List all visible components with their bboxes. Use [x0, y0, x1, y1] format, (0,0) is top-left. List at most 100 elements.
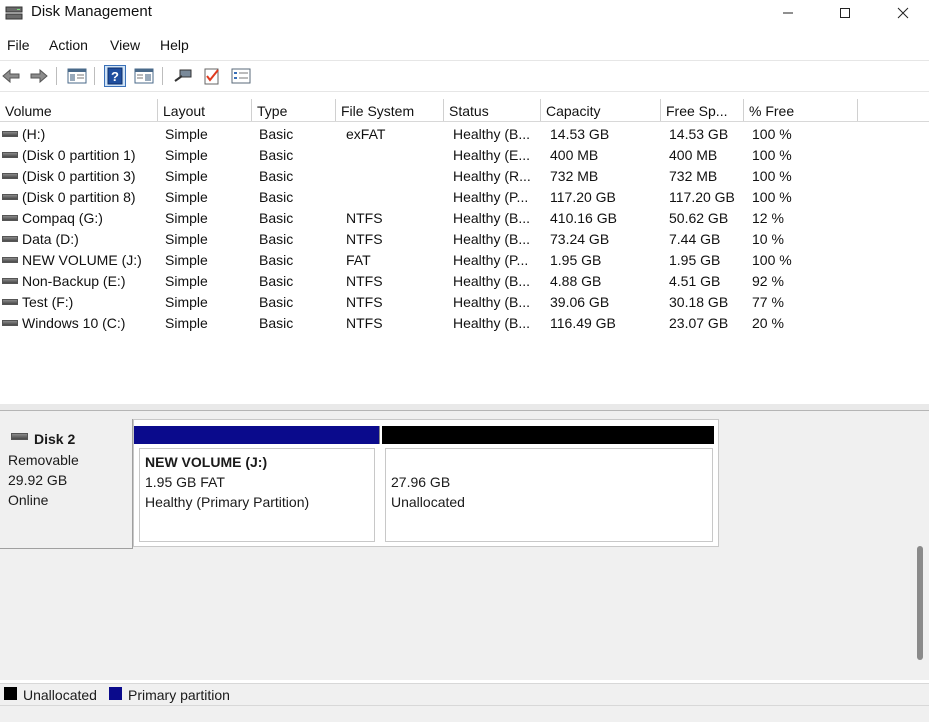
partition-unallocated[interactable]: 27.96 GB Unallocated [380, 420, 718, 546]
cell-layout: Simple [165, 315, 208, 331]
column-header-file-system[interactable]: File System [336, 99, 444, 121]
disk-size: 29.92 GB [8, 472, 68, 488]
cell-layout: Simple [165, 294, 208, 310]
legend-swatch-primary [109, 687, 122, 700]
connect-button[interactable] [172, 65, 194, 87]
menu-action[interactable]: Action [49, 37, 88, 53]
cell-percent-free: 20 % [752, 315, 784, 331]
column-header-status[interactable]: Status [444, 99, 541, 121]
help-button[interactable]: ? [104, 65, 126, 87]
column-header-capacity[interactable]: Capacity [541, 99, 661, 121]
list-view-icon [231, 68, 251, 84]
partition-title: NEW VOLUME (J:) [145, 454, 268, 470]
column-header-type[interactable]: Type [252, 99, 336, 121]
console-tree-button[interactable] [66, 65, 88, 87]
menu-file[interactable]: File [7, 37, 30, 53]
volume-row[interactable]: (Disk 0 partition 1) Simple Basic Healthy (… [0, 145, 929, 166]
volume-row[interactable]: Compaq (G:) Simple Basic NTFS Healthy (B... 4… [0, 208, 929, 229]
partition-size: 27.96 GB [391, 474, 451, 490]
volume-drive-icon [2, 236, 18, 242]
volume-row[interactable]: Test (F:) Simple Basic NTFS Healthy (B... 39.… [0, 292, 929, 313]
cell-layout: Simple [165, 147, 208, 163]
volume-row[interactable]: Data (D:) Simple Basic NTFS Healthy (B... 73.… [0, 229, 929, 250]
volume-row[interactable]: (Disk 0 partition 3) Simple Basic Healthy (… [0, 166, 929, 187]
column-header-percent-free[interactable]: % Free [744, 99, 858, 121]
cell-percent-free: 100 % [752, 147, 792, 163]
disk-graphical-view: Disk 2 Removable 29.92 GB Online NEW VOL… [0, 411, 929, 680]
vertical-scrollbar-thumb[interactable] [917, 546, 923, 660]
partition-body: NEW VOLUME (J:) 1.95 GB FAT Healthy (Pri… [139, 448, 375, 542]
maximize-button[interactable] [822, 0, 868, 26]
cell-layout: Simple [165, 231, 208, 247]
show-hide-pane-button[interactable] [133, 65, 155, 87]
cell-capacity: 732 MB [550, 168, 599, 184]
cell-percent-free: 12 % [752, 210, 784, 226]
column-header-layout[interactable]: Layout [158, 99, 252, 121]
back-arrow-icon [2, 68, 20, 84]
partition-new-volume[interactable]: NEW VOLUME (J:) 1.95 GB FAT Healthy (Pri… [134, 420, 380, 546]
cell-status: Healthy (B... [453, 273, 531, 289]
cell-file-system: NTFS [346, 231, 383, 247]
list-view-button[interactable] [230, 65, 252, 87]
volume-row[interactable]: (Disk 0 partition 8) Simple Basic Healthy (… [0, 187, 929, 208]
volume-drive-icon [2, 131, 18, 137]
close-button[interactable] [880, 0, 926, 26]
cell-type: Basic [259, 315, 294, 331]
show-hide-pane-icon [134, 68, 154, 84]
volume-drive-icon [2, 194, 18, 200]
cell-volume: (H:) [22, 126, 46, 142]
cell-capacity: 400 MB [550, 147, 599, 163]
cell-capacity: 117.20 GB [550, 189, 616, 205]
cell-percent-free: 100 % [752, 168, 792, 184]
partition-status: Unallocated [391, 494, 465, 510]
menu-help[interactable]: Help [160, 37, 189, 53]
help-icon: ? [107, 67, 123, 85]
cell-volume: (Disk 0 partition 3) [22, 168, 136, 184]
cell-capacity: 410.16 GB [550, 210, 617, 226]
cell-volume: (Disk 0 partition 1) [22, 147, 136, 163]
volume-row[interactable]: Non-Backup (E:) Simple Basic NTFS Healthy (B… [0, 271, 929, 292]
volume-drive-icon [2, 278, 18, 284]
connect-icon [174, 69, 192, 82]
minimize-icon [783, 12, 793, 14]
cell-file-system: NTFS [346, 273, 383, 289]
maximize-icon [840, 8, 850, 18]
disk-type: Removable [8, 452, 79, 468]
disk-info-panel[interactable]: Disk 2 Removable 29.92 GB Online [0, 419, 133, 549]
cell-percent-free: 100 % [752, 126, 792, 142]
toolbar: ? [0, 60, 929, 92]
cell-layout: Simple [165, 210, 208, 226]
cell-type: Basic [259, 294, 294, 310]
cell-status: Healthy (B... [453, 126, 531, 142]
volume-row[interactable]: NEW VOLUME (J:) Simple Basic FAT Healthy (P.… [0, 250, 929, 271]
cell-type: Basic [259, 147, 294, 163]
cell-percent-free: 77 % [752, 294, 784, 310]
partition-status: Healthy (Primary Partition) [145, 494, 310, 510]
cell-status: Healthy (R... [453, 168, 531, 184]
cell-capacity: 4.88 GB [550, 273, 602, 289]
forward-button[interactable] [28, 65, 50, 87]
column-header-free-space[interactable]: Free Sp... [661, 99, 744, 121]
cell-layout: Simple [165, 252, 208, 268]
cell-file-system: FAT [346, 252, 371, 268]
menu-view[interactable]: View [110, 37, 140, 53]
cell-volume: NEW VOLUME (J:) [22, 252, 142, 268]
cell-free-space: 14.53 GB [669, 126, 729, 142]
volume-row[interactable]: (H:) Simple Basic exFAT Healthy (B... 14.53 G… [0, 124, 929, 145]
column-header-volume[interactable]: Volume [0, 99, 158, 121]
minimize-button[interactable] [765, 0, 811, 26]
legend-bar: Unallocated Primary partition [0, 683, 929, 706]
cell-free-space: 50.62 GB [669, 210, 729, 226]
properties-button[interactable] [201, 65, 223, 87]
console-tree-icon [67, 68, 87, 84]
cell-layout: Simple [165, 126, 208, 142]
volume-drive-icon [2, 173, 18, 179]
pane-splitter[interactable] [0, 404, 929, 411]
cell-percent-free: 10 % [752, 231, 784, 247]
volume-row[interactable]: Windows 10 (C:) Simple Basic NTFS Healthy (B… [0, 313, 929, 334]
cell-free-space: 23.07 GB [669, 315, 729, 331]
cell-file-system [346, 166, 442, 187]
cell-layout: Simple [165, 189, 208, 205]
cell-file-system: NTFS [346, 294, 383, 310]
back-button[interactable] [0, 65, 22, 87]
